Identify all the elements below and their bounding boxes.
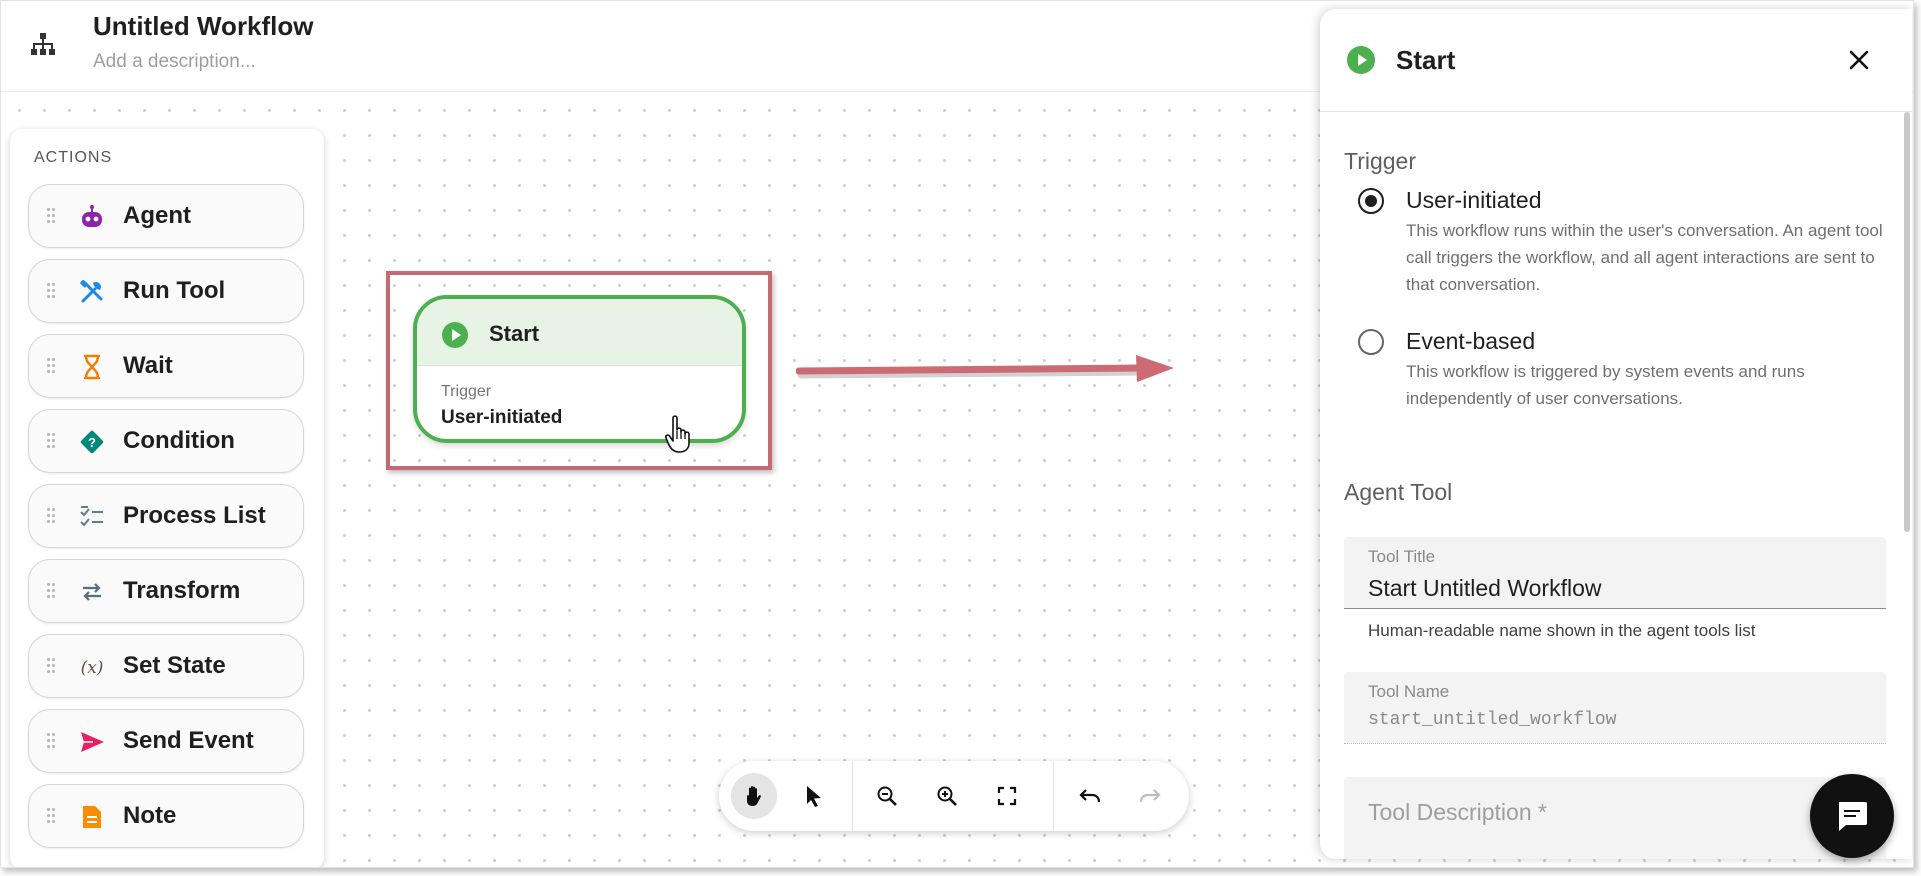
select-tool-button[interactable] bbox=[791, 773, 837, 819]
action-wait[interactable]: Wait bbox=[28, 334, 304, 398]
action-set-state[interactable]: (x) Set State bbox=[28, 634, 304, 698]
redo-icon bbox=[1139, 789, 1161, 803]
start-node-value: User-initiated bbox=[441, 407, 563, 428]
action-label: Transform bbox=[123, 577, 241, 604]
robot-icon bbox=[82, 205, 102, 227]
tool-title-value[interactable]: Start Untitled Workflow bbox=[1368, 575, 1601, 602]
variable-icon: (x) bbox=[81, 658, 104, 678]
redo-button[interactable] bbox=[1127, 773, 1173, 819]
action-label: Process List bbox=[123, 502, 266, 529]
drag-handle-icon[interactable] bbox=[47, 358, 55, 374]
tool-name-value: start_untitled_workflow bbox=[1368, 710, 1617, 730]
option-event-based-title[interactable]: Event-based bbox=[1406, 328, 1535, 355]
tool-name-label: Tool Name bbox=[1368, 682, 1450, 701]
workflow-title[interactable]: Untitled Workflow bbox=[93, 11, 314, 42]
start-node-title: Start bbox=[489, 321, 540, 346]
drag-handle-icon[interactable] bbox=[47, 433, 55, 449]
drag-handle-icon[interactable] bbox=[47, 283, 55, 299]
action-note[interactable]: Note bbox=[28, 784, 304, 848]
action-label: Note bbox=[123, 802, 177, 829]
drag-handle-icon[interactable] bbox=[47, 208, 55, 224]
zoom-out-button[interactable] bbox=[864, 773, 910, 819]
svg-text:?: ? bbox=[88, 435, 96, 450]
zoom-in-icon bbox=[937, 786, 957, 806]
node-settings-panel: Start Trigger User-initiated This workfl… bbox=[1320, 9, 1912, 859]
undo-icon bbox=[1079, 789, 1101, 803]
workflow-tree-icon bbox=[31, 33, 55, 55]
panel-scrollbar[interactable] bbox=[1904, 112, 1910, 532]
send-icon bbox=[81, 732, 104, 752]
tool-name-field: Tool Name start_untitled_workflow bbox=[1344, 672, 1886, 744]
pan-hand-icon bbox=[747, 786, 761, 806]
radio-event-based[interactable] bbox=[1358, 329, 1384, 355]
close-icon[interactable] bbox=[1846, 47, 1872, 73]
action-send-event[interactable]: Send Event bbox=[28, 709, 304, 773]
toolbar-divider bbox=[1053, 761, 1054, 831]
drag-handle-icon[interactable] bbox=[47, 508, 55, 524]
play-circle-icon bbox=[442, 322, 468, 348]
chat-button[interactable] bbox=[1810, 774, 1894, 858]
action-agent[interactable]: Agent bbox=[28, 184, 304, 248]
workflow-description-input[interactable]: Add a description... bbox=[93, 51, 256, 73]
tool-description-placeholder[interactable]: Tool Description * bbox=[1368, 799, 1547, 826]
option-user-initiated-title[interactable]: User-initiated bbox=[1406, 187, 1542, 214]
chat-bubble-icon bbox=[1839, 802, 1867, 831]
app-frame: Untitled Workflow Add a description... A… bbox=[0, 0, 1914, 868]
svg-text:(x): (x) bbox=[81, 658, 104, 678]
play-circle-icon bbox=[1347, 46, 1375, 74]
tool-title-helper-text: Human-readable name shown in the agent t… bbox=[1368, 621, 1756, 640]
actions-heading: ACTIONS bbox=[34, 149, 113, 166]
zoom-out-icon bbox=[877, 786, 897, 806]
checklist-icon bbox=[80, 506, 103, 527]
radio-user-initiated[interactable] bbox=[1358, 188, 1384, 214]
hourglass-icon bbox=[83, 354, 101, 380]
question-diamond-icon: ? bbox=[80, 430, 104, 454]
fit-view-button[interactable] bbox=[984, 773, 1030, 819]
start-node[interactable]: Start Trigger User-initiated bbox=[413, 295, 746, 443]
tools-icon bbox=[80, 279, 103, 303]
pan-tool-button[interactable] bbox=[731, 773, 777, 819]
action-label: Send Event bbox=[123, 727, 254, 754]
option-user-initiated-description: This workflow runs within the user's con… bbox=[1406, 221, 1883, 294]
toolbar-divider bbox=[852, 761, 853, 831]
action-label: Agent bbox=[123, 202, 191, 229]
annotation-arrow bbox=[796, 355, 1174, 382]
tool-title-field[interactable]: Tool Title Start Untitled Workflow bbox=[1344, 537, 1886, 609]
action-label: Run Tool bbox=[123, 277, 226, 304]
drag-handle-icon[interactable] bbox=[47, 658, 55, 674]
swap-arrows-icon bbox=[83, 583, 101, 601]
tool-title-label: Tool Title bbox=[1368, 547, 1436, 566]
action-condition[interactable]: ? Condition bbox=[28, 409, 304, 473]
canvas-toolbar bbox=[719, 761, 1189, 831]
tool-description-field[interactable]: Tool Description * bbox=[1344, 777, 1886, 859]
undo-button[interactable] bbox=[1067, 773, 1113, 819]
fit-view-icon bbox=[997, 786, 1017, 806]
hand-pointer-icon bbox=[665, 415, 690, 453]
action-process-list[interactable]: Process List bbox=[28, 484, 304, 548]
panel-header: Start bbox=[1320, 9, 1912, 112]
panel-body[interactable]: Trigger User-initiated This workflow run… bbox=[1320, 112, 1912, 859]
action-transform[interactable]: Transform bbox=[28, 559, 304, 623]
action-label: Condition bbox=[123, 427, 235, 454]
select-pointer-icon bbox=[807, 786, 821, 807]
drag-handle-icon[interactable] bbox=[47, 733, 55, 749]
action-label: Set State bbox=[123, 652, 226, 679]
panel-title: Start bbox=[1396, 45, 1456, 75]
drag-handle-icon[interactable] bbox=[47, 808, 55, 824]
note-icon bbox=[83, 806, 101, 828]
action-run-tool[interactable]: Run Tool bbox=[28, 259, 304, 323]
option-event-based-description: This workflow is triggered by system eve… bbox=[1406, 362, 1805, 408]
actions-panel: ACTIONS Agent Run Tool Wait ? Condition … bbox=[10, 129, 324, 867]
action-label: Wait bbox=[123, 352, 173, 379]
start-node-subtitle: Trigger bbox=[441, 383, 492, 400]
trigger-section-label: Trigger bbox=[1344, 148, 1416, 174]
drag-handle-icon[interactable] bbox=[47, 583, 55, 599]
agent-tool-section-label: Agent Tool bbox=[1344, 479, 1453, 505]
zoom-in-button[interactable] bbox=[924, 773, 970, 819]
start-node-header: Start bbox=[417, 299, 742, 366]
